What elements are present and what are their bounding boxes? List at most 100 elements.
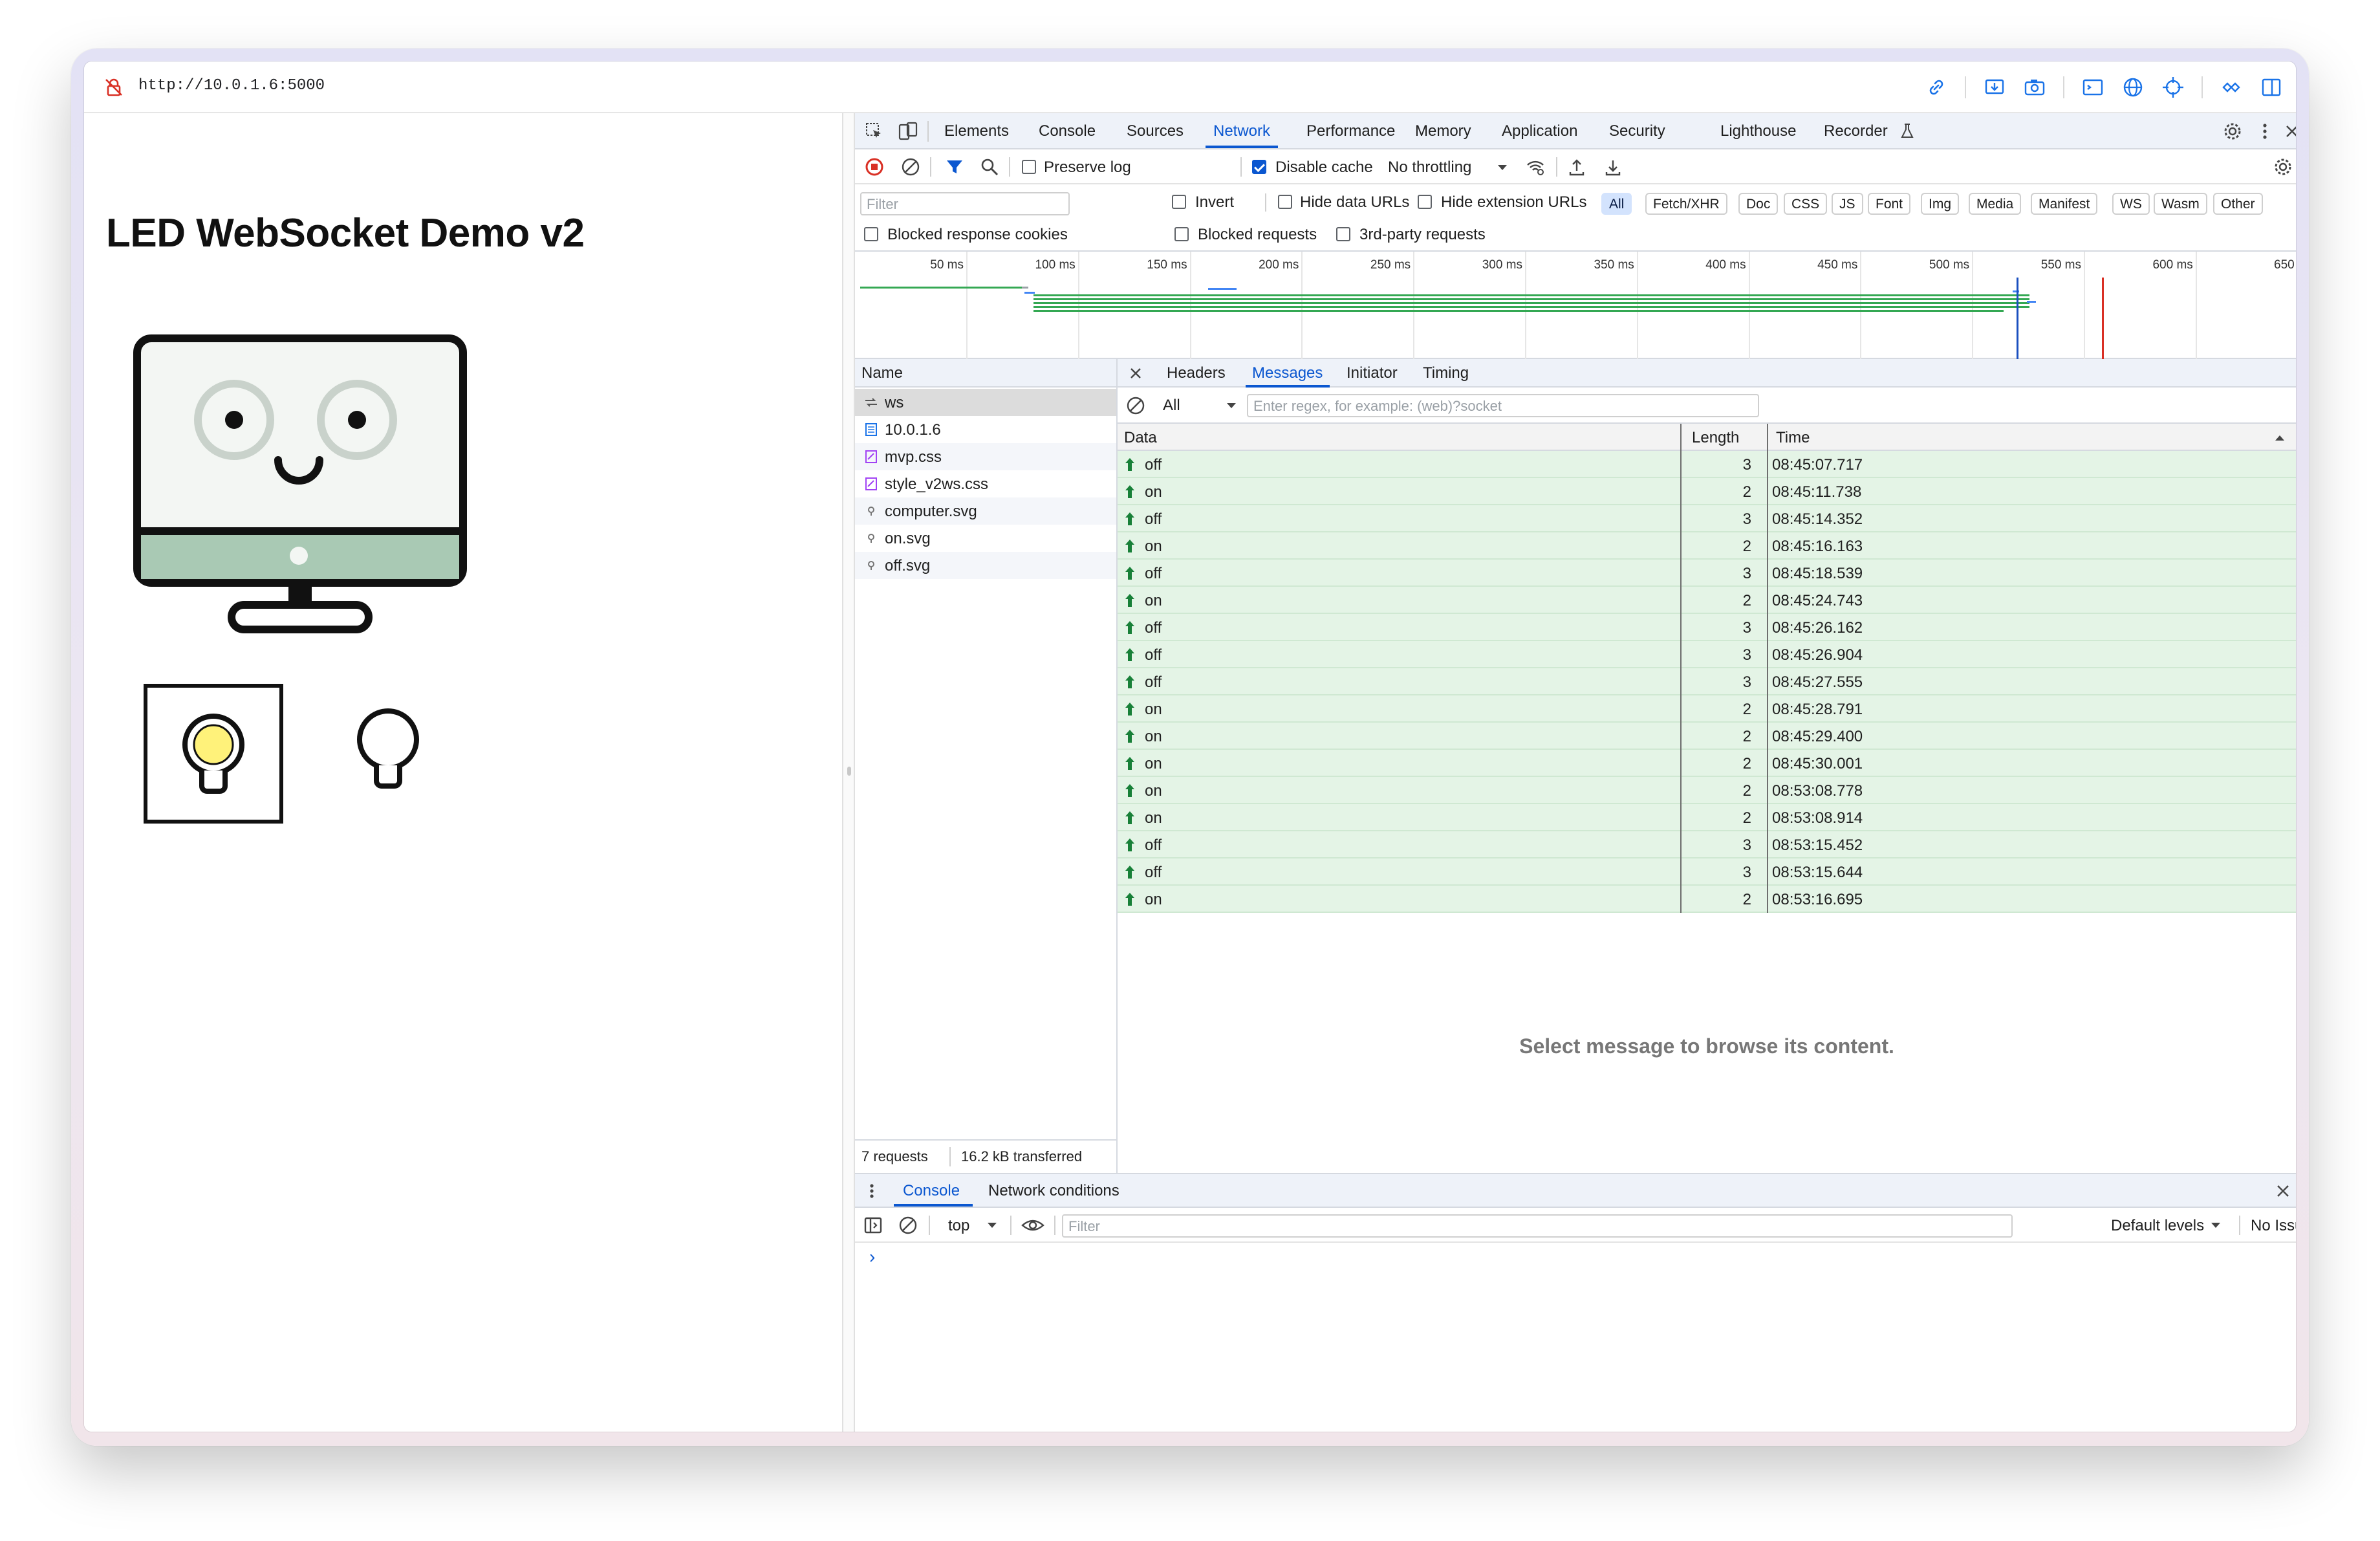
dropdown-arrow-icon[interactable]: [986, 1215, 999, 1236]
tab-recorder[interactable]: Recorder: [1824, 122, 1888, 140]
tab-sources[interactable]: Sources: [1127, 122, 1184, 140]
request-row[interactable]: 10.0.1.6: [855, 416, 1116, 443]
message-row[interactable]: off 3 08:45:26.904: [1118, 641, 2296, 668]
dropdown-arrow-icon[interactable]: [2209, 1215, 2222, 1236]
blocked-response-cookies-checkbox[interactable]: [864, 227, 878, 241]
hide-data-urls-checkbox[interactable]: [1278, 195, 1292, 209]
request-row[interactable]: off.svg: [855, 552, 1116, 579]
type-filter-manifest[interactable]: Manifest: [2031, 193, 2098, 215]
message-row[interactable]: on 2 08:45:28.791: [1118, 695, 2296, 723]
led-on-button[interactable]: [144, 684, 283, 824]
tab-elements[interactable]: Elements: [944, 122, 1009, 140]
type-filter-css[interactable]: CSS: [1784, 193, 1828, 215]
context-select[interactable]: top: [948, 1217, 969, 1235]
message-row[interactable]: on 2 08:53:08.778: [1118, 777, 2296, 804]
message-row[interactable]: on 2 08:53:08.914: [1118, 804, 2296, 831]
type-filter-doc[interactable]: Doc: [1738, 193, 1779, 215]
dropdown-arrow-icon[interactable]: [1495, 157, 1509, 177]
device-toolbar-icon[interactable]: [898, 121, 918, 142]
message-row[interactable]: off 3 08:45:27.555: [1118, 668, 2296, 695]
network-conditions-icon[interactable]: [1525, 157, 1546, 177]
console-filter-input[interactable]: Filter: [1062, 1214, 2013, 1238]
close-devtools-icon[interactable]: [2283, 121, 2296, 142]
clear-console-icon[interactable]: [898, 1215, 918, 1236]
search-icon[interactable]: [979, 157, 1000, 177]
type-filter-all[interactable]: All: [1601, 193, 1632, 215]
settings-gear-icon[interactable]: [2222, 121, 2243, 142]
type-filter-js[interactable]: JS: [1832, 193, 1863, 215]
request-row[interactable]: on.svg: [855, 525, 1116, 552]
clear-messages-icon[interactable]: [1125, 395, 1146, 416]
more-options-icon[interactable]: [2255, 121, 2275, 142]
export-har-icon[interactable]: [1603, 157, 1623, 177]
tab-timing[interactable]: Timing: [1423, 364, 1469, 382]
inspect-element-icon[interactable]: [864, 121, 885, 142]
tab-console[interactable]: Console: [1039, 122, 1096, 140]
request-row[interactable]: ws: [855, 389, 1116, 416]
dropdown-arrow-icon[interactable]: [1225, 395, 1238, 416]
invert-checkbox[interactable]: [1172, 195, 1186, 209]
type-filter-media[interactable]: Media: [1969, 193, 2022, 215]
live-expression-eye-icon[interactable]: [1021, 1215, 1045, 1236]
message-row[interactable]: off 3 08:45:14.352: [1118, 505, 2296, 532]
throttling-select[interactable]: No throttling: [1388, 158, 1471, 177]
not-secure-icon[interactable]: [103, 77, 124, 98]
message-row[interactable]: on 2 08:45:16.163: [1118, 532, 2296, 560]
url-text[interactable]: http://10.0.1.6:5000: [138, 77, 325, 94]
console-sidebar-icon[interactable]: [863, 1215, 883, 1236]
message-row[interactable]: off 3 08:53:15.644: [1118, 858, 2296, 886]
message-row[interactable]: off 3 08:53:15.452: [1118, 831, 2296, 858]
hide-extension-urls-checkbox[interactable]: [1418, 195, 1432, 209]
length-column-header[interactable]: Length: [1692, 429, 1739, 447]
install-icon[interactable]: [1983, 76, 2006, 99]
sidebar-icon[interactable]: [2260, 76, 2283, 99]
message-type-select[interactable]: All: [1163, 397, 1180, 415]
log-levels-select[interactable]: Default levels: [2111, 1217, 2204, 1235]
regex-filter-input[interactable]: Enter regex, for example: (web)?socket: [1247, 394, 1759, 417]
type-filter-ws[interactable]: WS: [2112, 193, 2150, 215]
type-filter-font[interactable]: Font: [1868, 193, 1911, 215]
network-overview-timeline[interactable]: 50 ms 100 ms 150 ms 200 ms 250 ms 300 ms 350 m…: [855, 252, 2296, 359]
time-column-header[interactable]: Time: [1776, 429, 1810, 447]
message-row[interactable]: on 2 08:45:29.400: [1118, 723, 2296, 750]
tab-network[interactable]: Network: [1213, 122, 1270, 140]
type-filter-wasm[interactable]: Wasm: [2154, 193, 2207, 215]
drawer-tab-network-conditions[interactable]: Network conditions: [988, 1182, 1120, 1200]
request-row[interactable]: style_v2ws.css: [855, 470, 1116, 497]
third-party-checkbox[interactable]: [1336, 227, 1350, 241]
network-settings-icon[interactable]: [2273, 157, 2293, 177]
message-row[interactable]: on 2 08:53:16.695: [1118, 886, 2296, 913]
tab-application[interactable]: Application: [1502, 122, 1577, 140]
tab-performance[interactable]: Performance: [1306, 122, 1395, 140]
type-filter-img[interactable]: Img: [1921, 193, 1960, 215]
disable-cache-checkbox[interactable]: [1252, 160, 1266, 174]
crosshair-icon[interactable]: [2161, 76, 2185, 99]
clear-icon[interactable]: [900, 157, 921, 177]
message-row[interactable]: off 3 08:45:07.717: [1118, 451, 2296, 478]
message-row[interactable]: on 2 08:45:24.743: [1118, 587, 2296, 614]
message-row[interactable]: off 3 08:45:18.539: [1118, 560, 2296, 587]
drawer-menu-icon[interactable]: [865, 1181, 878, 1201]
blocked-requests-checkbox[interactable]: [1174, 227, 1189, 241]
message-row[interactable]: on 2 08:45:11.738: [1118, 478, 2296, 505]
import-har-icon[interactable]: [1566, 157, 1587, 177]
sort-ascending-icon[interactable]: [2273, 428, 2287, 448]
message-row[interactable]: on 2 08:45:30.001: [1118, 750, 2296, 777]
led-off-button[interactable]: [341, 702, 435, 795]
message-row[interactable]: off 3 08:45:26.162: [1118, 614, 2296, 641]
close-drawer-icon[interactable]: [2273, 1181, 2293, 1201]
type-filter-fetch-xhr[interactable]: Fetch/XHR: [1645, 193, 1727, 215]
tab-security[interactable]: Security: [1609, 122, 1665, 140]
devtools-resize-handle[interactable]: [842, 113, 855, 1432]
filter-input[interactable]: Filter: [860, 192, 1070, 215]
issues-counter[interactable]: No Issues: [2251, 1217, 2296, 1235]
name-column-header[interactable]: Name: [855, 359, 1116, 388]
terminal-icon[interactable]: [2081, 76, 2104, 99]
console-prompt[interactable]: ›: [869, 1247, 875, 1267]
preserve-log-checkbox[interactable]: [1022, 160, 1036, 174]
close-detail-icon[interactable]: [1125, 363, 1146, 384]
request-row[interactable]: computer.svg: [855, 497, 1116, 525]
tab-initiator[interactable]: Initiator: [1347, 364, 1398, 382]
camera-icon[interactable]: [2023, 76, 2046, 99]
tab-messages[interactable]: Messages: [1252, 364, 1323, 382]
